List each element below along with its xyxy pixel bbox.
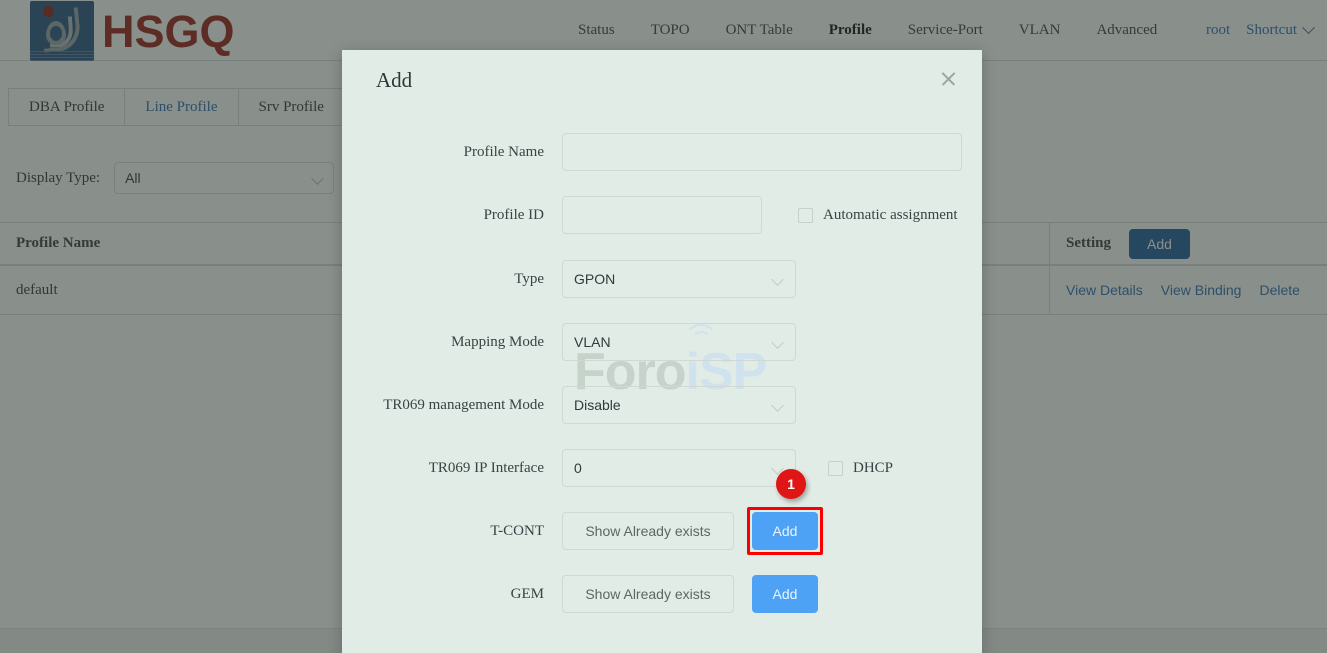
mapping-mode-value: VLAN <box>574 334 611 350</box>
label-profile-name: Profile Name <box>463 143 544 160</box>
label-tr069-ip-interface: TR069 IP Interface <box>428 459 544 476</box>
chevron-down-icon <box>771 399 784 412</box>
profile-id-input[interactable] <box>562 196 762 234</box>
gem-add-button[interactable]: Add <box>752 575 818 613</box>
tr069-management-mode-value: Disable <box>574 397 621 413</box>
label-profile-id: Profile ID <box>483 206 544 223</box>
tcont-add-highlight-wrapper: Add 1 <box>747 469 823 555</box>
label-type: Type <box>514 270 544 287</box>
type-value: GPON <box>574 271 616 287</box>
tcont-add-button[interactable]: Add <box>752 512 818 550</box>
field-row-gem: GEM Show Already exists Add <box>342 575 982 613</box>
dhcp-checkbox[interactable]: DHCP <box>828 460 893 477</box>
gem-show-already-exists-button[interactable]: Show Already exists <box>562 575 734 613</box>
field-row-tcont: T-CONT Show Already exists Add 1 <box>342 469 982 555</box>
chevron-down-icon <box>771 336 784 349</box>
close-icon[interactable] <box>936 66 962 92</box>
tr069-management-mode-select[interactable]: Disable <box>562 386 796 424</box>
field-row-tr069-management-mode: TR069 management Mode Disable <box>342 386 982 424</box>
label-tr069-management-mode: TR069 management Mode <box>383 396 544 413</box>
label-mapping-mode: Mapping Mode <box>451 333 544 350</box>
add-line-profile-dialog: Add ForoiSP Profile Name Profile ID Auto… <box>342 50 982 653</box>
mapping-mode-select[interactable]: VLAN <box>562 323 796 361</box>
tr069-ip-interface-select[interactable]: 0 <box>562 449 796 487</box>
checkbox-box-icon <box>798 207 813 223</box>
field-row-type: Type GPON <box>342 260 982 298</box>
automatic-assignment-checkbox[interactable]: Automatic assignment <box>798 207 958 224</box>
dialog-title: Add <box>376 68 413 92</box>
step-badge: 1 <box>776 469 806 499</box>
field-row-profile-name: Profile Name <box>342 133 982 171</box>
label-tcont: T-CONT <box>490 522 544 539</box>
dhcp-label: DHCP <box>853 459 894 476</box>
field-row-tr069-ip-interface: TR069 IP Interface 0 DHCP <box>342 449 982 487</box>
profile-name-input[interactable] <box>562 133 962 171</box>
field-row-profile-id: Profile ID Automatic assignment <box>342 196 982 234</box>
field-row-mapping-mode: Mapping Mode VLAN <box>342 323 982 361</box>
tr069-ip-interface-value: 0 <box>574 460 582 476</box>
checkbox-box-icon <box>828 460 843 476</box>
chevron-down-icon <box>771 273 784 286</box>
type-select[interactable]: GPON <box>562 260 796 298</box>
tcont-show-already-exists-button[interactable]: Show Already exists <box>562 512 734 550</box>
label-gem: GEM <box>510 585 544 602</box>
screen: HSGQ Status TOPO ONT Table Profile Servi… <box>0 0 1327 653</box>
automatic-assignment-label: Automatic assignment <box>823 206 958 223</box>
